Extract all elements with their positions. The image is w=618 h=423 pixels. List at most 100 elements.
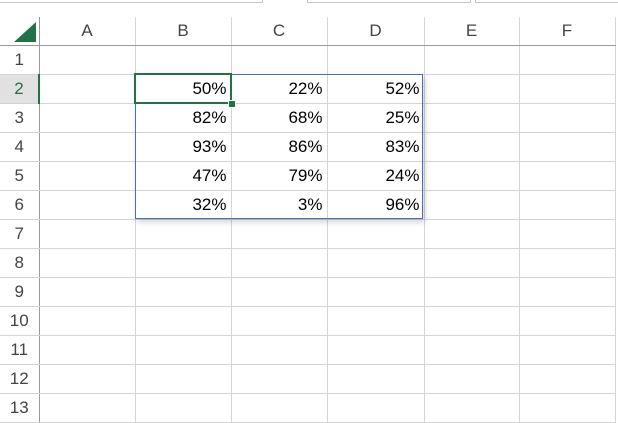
column-header-A[interactable]: A [38, 17, 136, 46]
cell-B5[interactable]: 47% [134, 161, 232, 191]
cell-C7[interactable] [230, 219, 328, 249]
column-header-C[interactable]: C [230, 17, 328, 46]
cell-E13[interactable] [423, 393, 520, 423]
row-header-2[interactable]: 2 [0, 74, 40, 104]
column-header-B[interactable]: B [134, 17, 232, 46]
cell-C8[interactable] [230, 248, 328, 278]
row-header-11[interactable]: 11 [0, 335, 40, 365]
cell-C5[interactable]: 79% [230, 161, 328, 191]
cell-D10[interactable] [326, 306, 425, 336]
cell-B2[interactable]: 50% [134, 74, 232, 104]
cell-B11[interactable] [134, 335, 232, 365]
cell-F2[interactable] [518, 74, 616, 104]
cell-A3[interactable] [38, 103, 136, 133]
cell-E9[interactable] [423, 277, 520, 307]
cell-D3[interactable]: 25% [326, 103, 425, 133]
cell-E3[interactable] [423, 103, 520, 133]
cell-B12[interactable] [134, 364, 232, 394]
cell-A5[interactable] [38, 161, 136, 191]
cell-C3[interactable]: 68% [230, 103, 328, 133]
cell-B1[interactable] [134, 45, 232, 75]
cell-E6[interactable] [423, 190, 520, 220]
cell-D1[interactable] [326, 45, 425, 75]
cell-F7[interactable] [518, 219, 616, 249]
row-header-9[interactable]: 9 [0, 277, 40, 307]
cell-B13[interactable] [134, 393, 232, 423]
row-header-6[interactable]: 6 [0, 190, 40, 220]
cell-F5[interactable] [518, 161, 616, 191]
cell-A12[interactable] [38, 364, 136, 394]
column-header-F[interactable]: F [518, 17, 616, 46]
cell-B10[interactable] [134, 306, 232, 336]
cell-D4[interactable]: 83% [326, 132, 425, 162]
cell-F12[interactable] [518, 364, 616, 394]
cell-D5[interactable]: 24% [326, 161, 425, 191]
cell-D9[interactable] [326, 277, 425, 307]
cell-C10[interactable] [230, 306, 328, 336]
formula-bar[interactable] [475, 0, 618, 3]
cell-C11[interactable] [230, 335, 328, 365]
cell-E4[interactable] [423, 132, 520, 162]
row-header-12[interactable]: 12 [0, 364, 40, 394]
cell-C13[interactable] [230, 393, 328, 423]
cell-B3[interactable]: 82% [134, 103, 232, 133]
cell-A4[interactable] [38, 132, 136, 162]
cell-A2[interactable] [38, 74, 136, 104]
cell-C4[interactable]: 86% [230, 132, 328, 162]
cell-F6[interactable] [518, 190, 616, 220]
cell-D13[interactable] [326, 393, 425, 423]
row-header-5[interactable]: 5 [0, 161, 40, 191]
cell-B4[interactable]: 93% [134, 132, 232, 162]
cell-C9[interactable] [230, 277, 328, 307]
cell-D11[interactable] [326, 335, 425, 365]
column-header-D[interactable]: D [326, 17, 425, 46]
cell-F1[interactable] [518, 45, 616, 75]
cell-F9[interactable] [518, 277, 616, 307]
cell-A10[interactable] [38, 306, 136, 336]
cell-E7[interactable] [423, 219, 520, 249]
toolbar-box[interactable] [307, 0, 471, 3]
row-header-10[interactable]: 10 [0, 306, 40, 336]
cell-B8[interactable] [134, 248, 232, 278]
fill-handle[interactable] [228, 100, 236, 108]
cell-E1[interactable] [423, 45, 520, 75]
cell-D8[interactable] [326, 248, 425, 278]
cell-A7[interactable] [38, 219, 136, 249]
cell-C6[interactable]: 3% [230, 190, 328, 220]
cell-A13[interactable] [38, 393, 136, 423]
cell-B9[interactable] [134, 277, 232, 307]
cell-A9[interactable] [38, 277, 136, 307]
row-header-7[interactable]: 7 [0, 219, 40, 249]
cell-F13[interactable] [518, 393, 616, 423]
row-header-8[interactable]: 8 [0, 248, 40, 278]
cell-C2[interactable]: 22% [230, 74, 328, 104]
cell-A1[interactable] [38, 45, 136, 75]
select-all-icon[interactable] [14, 22, 36, 42]
spreadsheet-grid[interactable]: A B C D E F 1 2 50% 22% 52% 3 82% 68% 25% 4 93% 86% 83% 5 47… [0, 17, 616, 423]
cell-E12[interactable] [423, 364, 520, 394]
cell-E2[interactable] [423, 74, 520, 104]
name-box[interactable] [0, 0, 263, 3]
cell-D12[interactable] [326, 364, 425, 394]
cell-E5[interactable] [423, 161, 520, 191]
cell-F4[interactable] [518, 132, 616, 162]
cell-B6[interactable]: 32% [134, 190, 232, 220]
cell-A8[interactable] [38, 248, 136, 278]
cell-E8[interactable] [423, 248, 520, 278]
column-header-E[interactable]: E [423, 17, 520, 46]
row-header-1[interactable]: 1 [0, 45, 40, 75]
cell-D6[interactable]: 96% [326, 190, 425, 220]
cell-A11[interactable] [38, 335, 136, 365]
cell-F3[interactable] [518, 103, 616, 133]
cell-E10[interactable] [423, 306, 520, 336]
row-header-3[interactable]: 3 [0, 103, 40, 133]
cell-F11[interactable] [518, 335, 616, 365]
cell-F10[interactable] [518, 306, 616, 336]
cell-B7[interactable] [134, 219, 232, 249]
cell-A6[interactable] [38, 190, 136, 220]
cell-F8[interactable] [518, 248, 616, 278]
cell-C12[interactable] [230, 364, 328, 394]
row-header-13[interactable]: 13 [0, 393, 40, 423]
cell-D2[interactable]: 52% [326, 74, 425, 104]
cell-E11[interactable] [423, 335, 520, 365]
